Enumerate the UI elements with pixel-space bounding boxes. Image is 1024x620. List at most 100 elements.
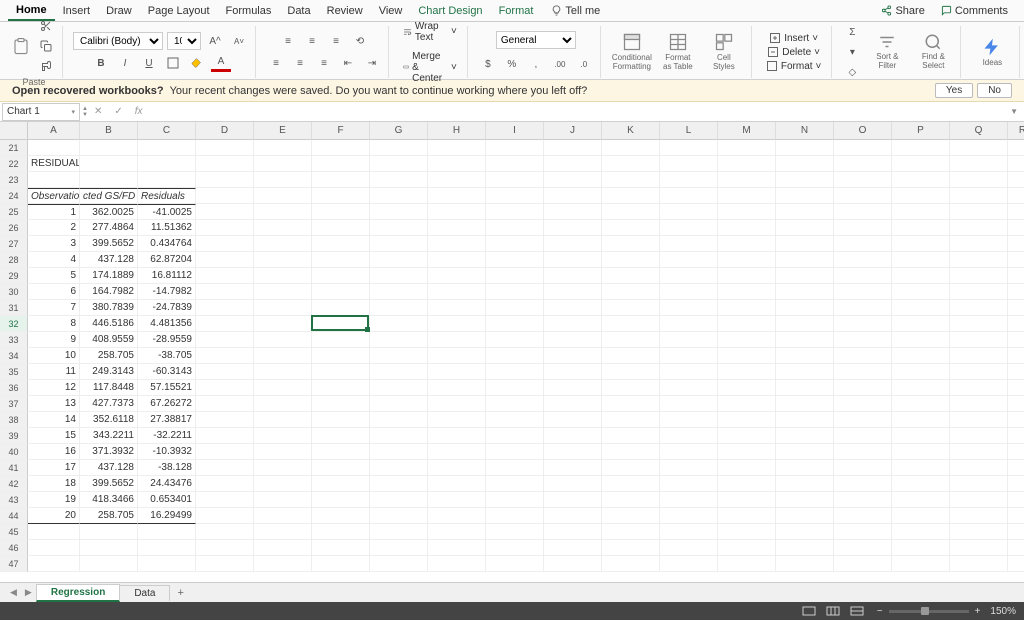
cell-A43[interactable]: 19: [28, 492, 80, 508]
cell-N40[interactable]: [776, 444, 834, 460]
cell-I34[interactable]: [486, 348, 544, 364]
cell-I33[interactable]: [486, 332, 544, 348]
find-select-button[interactable]: Find & Select: [912, 33, 954, 71]
cell-L31[interactable]: [660, 300, 718, 316]
font-size-select[interactable]: 10: [167, 32, 201, 50]
cell-P23[interactable]: [892, 172, 950, 188]
cell-K27[interactable]: [602, 236, 660, 252]
cell-N44[interactable]: [776, 508, 834, 524]
cell-D32[interactable]: [196, 316, 254, 332]
cell-D46[interactable]: [196, 540, 254, 556]
grid-body[interactable]: RESIDUAL OUTPUTObservationcted GS/FDResi…: [28, 140, 1024, 572]
cell-R39[interactable]: [1008, 428, 1024, 444]
row-header-29[interactable]: 29: [0, 268, 28, 284]
cell-F37[interactable]: [312, 396, 370, 412]
cell-N27[interactable]: [776, 236, 834, 252]
cell-F45[interactable]: [312, 524, 370, 540]
cell-R27[interactable]: [1008, 236, 1024, 252]
cell-G44[interactable]: [370, 508, 428, 524]
format-painter-icon[interactable]: [36, 57, 56, 75]
cell-P39[interactable]: [892, 428, 950, 444]
cell-A34[interactable]: 10: [28, 348, 80, 364]
cell-P35[interactable]: [892, 364, 950, 380]
comma-icon[interactable]: ,: [526, 55, 546, 73]
cell-R33[interactable]: [1008, 332, 1024, 348]
format-table-button[interactable]: Format as Table: [657, 32, 699, 72]
cell-Q37[interactable]: [950, 396, 1008, 412]
cell-M34[interactable]: [718, 348, 776, 364]
cell-G21[interactable]: [370, 140, 428, 156]
cell-A44[interactable]: 20: [28, 508, 80, 524]
cell-R25[interactable]: [1008, 204, 1024, 220]
paste-icon[interactable]: [12, 37, 30, 55]
cell-E36[interactable]: [254, 380, 312, 396]
cell-D41[interactable]: [196, 460, 254, 476]
cell-E30[interactable]: [254, 284, 312, 300]
cell-L35[interactable]: [660, 364, 718, 380]
cell-C40[interactable]: -10.3932: [138, 444, 196, 460]
cell-J31[interactable]: [544, 300, 602, 316]
cell-Q23[interactable]: [950, 172, 1008, 188]
select-all-corner[interactable]: [0, 122, 28, 140]
cell-E37[interactable]: [254, 396, 312, 412]
cell-O41[interactable]: [834, 460, 892, 476]
cell-B38[interactable]: 352.6118: [80, 412, 138, 428]
align-center-icon[interactable]: ≡: [290, 54, 310, 72]
tab-formulas[interactable]: Formulas: [218, 2, 280, 20]
cell-K32[interactable]: [602, 316, 660, 332]
cell-H36[interactable]: [428, 380, 486, 396]
cell-N38[interactable]: [776, 412, 834, 428]
share-button[interactable]: Share: [873, 3, 932, 19]
cell-P45[interactable]: [892, 524, 950, 540]
cell-P28[interactable]: [892, 252, 950, 268]
tab-nav-prev[interactable]: ◀: [6, 587, 21, 598]
cell-E23[interactable]: [254, 172, 312, 188]
cell-F46[interactable]: [312, 540, 370, 556]
confirm-formula-icon[interactable]: ✓: [108, 106, 128, 117]
cell-E33[interactable]: [254, 332, 312, 348]
cell-P47[interactable]: [892, 556, 950, 572]
cell-D39[interactable]: [196, 428, 254, 444]
cell-J33[interactable]: [544, 332, 602, 348]
cell-F23[interactable]: [312, 172, 370, 188]
cell-D37[interactable]: [196, 396, 254, 412]
col-header-J[interactable]: J: [544, 122, 602, 140]
cell-F43[interactable]: [312, 492, 370, 508]
cell-N28[interactable]: [776, 252, 834, 268]
cell-K46[interactable]: [602, 540, 660, 556]
cell-L47[interactable]: [660, 556, 718, 572]
col-header-P[interactable]: P: [892, 122, 950, 140]
cell-M43[interactable]: [718, 492, 776, 508]
cell-D29[interactable]: [196, 268, 254, 284]
row-header-27[interactable]: 27: [0, 236, 28, 252]
cell-H39[interactable]: [428, 428, 486, 444]
cell-N23[interactable]: [776, 172, 834, 188]
cell-M33[interactable]: [718, 332, 776, 348]
row-header-47[interactable]: 47: [0, 556, 28, 572]
cell-D38[interactable]: [196, 412, 254, 428]
cell-C27[interactable]: 0.434764: [138, 236, 196, 252]
cell-P44[interactable]: [892, 508, 950, 524]
cell-I27[interactable]: [486, 236, 544, 252]
cell-A24[interactable]: Observation: [28, 188, 80, 204]
cell-O40[interactable]: [834, 444, 892, 460]
cell-J22[interactable]: [544, 156, 602, 172]
cell-B42[interactable]: 399.5652: [80, 476, 138, 492]
cell-A33[interactable]: 9: [28, 332, 80, 348]
cell-K40[interactable]: [602, 444, 660, 460]
row-header-26[interactable]: 26: [0, 220, 28, 236]
cell-E25[interactable]: [254, 204, 312, 220]
cell-A29[interactable]: 5: [28, 268, 80, 284]
cell-G46[interactable]: [370, 540, 428, 556]
cell-O42[interactable]: [834, 476, 892, 492]
cell-styles-button[interactable]: Cell Styles: [703, 32, 745, 72]
tab-review[interactable]: Review: [319, 2, 371, 20]
zoom-level[interactable]: 150%: [990, 606, 1016, 617]
cell-A30[interactable]: 6: [28, 284, 80, 300]
cell-H27[interactable]: [428, 236, 486, 252]
cell-C21[interactable]: [138, 140, 196, 156]
cell-A32[interactable]: 8: [28, 316, 80, 332]
cell-M26[interactable]: [718, 220, 776, 236]
cell-E38[interactable]: [254, 412, 312, 428]
cell-N45[interactable]: [776, 524, 834, 540]
